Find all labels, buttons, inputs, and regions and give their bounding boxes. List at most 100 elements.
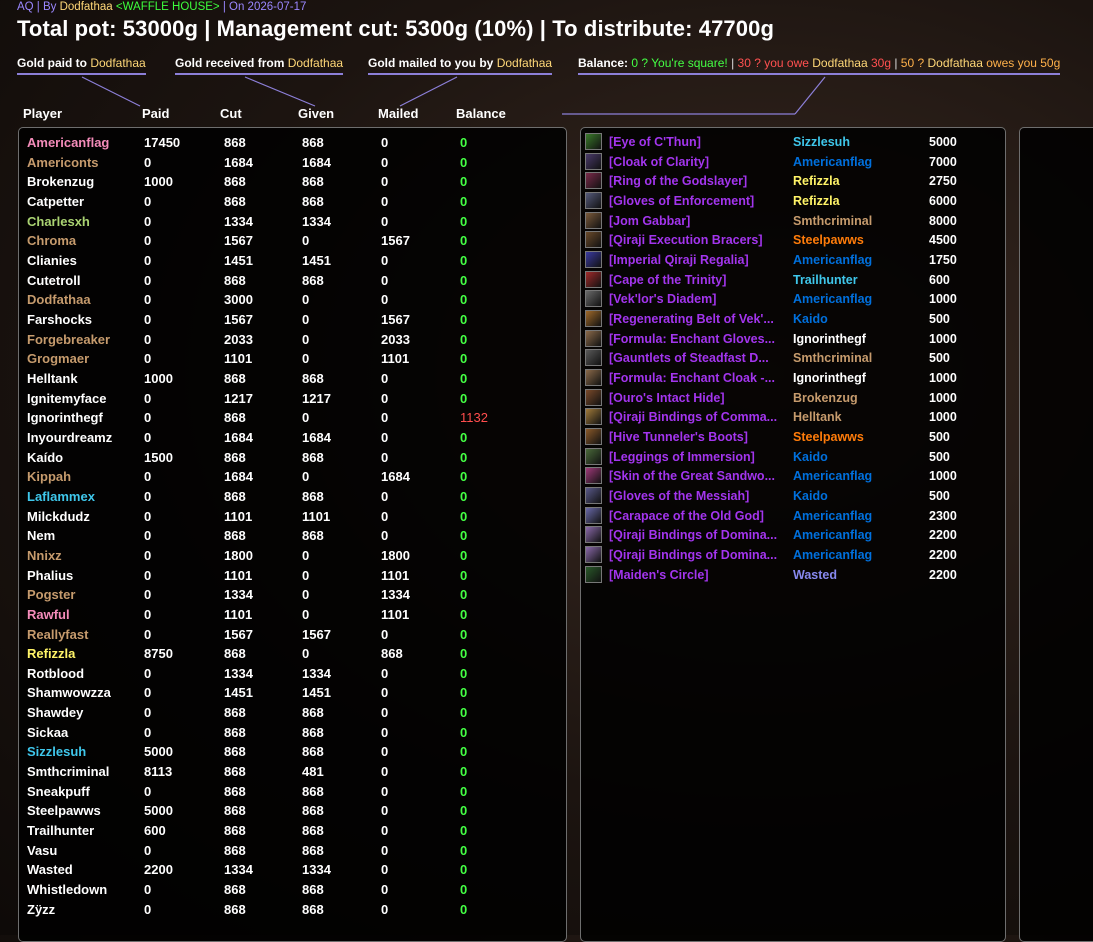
player-given: 1217: [302, 390, 331, 406]
table-row: Sizzlesuh 5000 868 868 0 0: [19, 742, 559, 761]
table-row: Helltank 1000 868 868 0 0: [19, 369, 559, 388]
loot-winner: Brokenzug: [793, 390, 858, 405]
loot-price: 500: [929, 311, 950, 326]
loot-winner: Kaido: [793, 311, 828, 326]
player-cut: 868: [224, 135, 246, 150]
item-link[interactable]: [Qiraji Bindings of Domina...: [609, 546, 785, 565]
loot-winner: Steelpawws: [793, 233, 864, 248]
table-row: Sneakpuff 0 868 868 0 0: [19, 782, 559, 801]
loot-winner: Refizzla: [793, 174, 840, 189]
subtitle-prefix: AQ | By: [17, 1, 60, 13]
player-name: Milckdudz: [27, 508, 90, 524]
player-paid: 0: [144, 587, 152, 603]
player-mailed: 0: [381, 665, 389, 681]
legend-paid: Gold paid to Dodfathaa: [17, 56, 146, 75]
item-link[interactable]: [Qiraji Bindings of Domina...: [609, 526, 785, 545]
player-cut: 1451: [224, 252, 253, 268]
loot-price: 2200: [929, 567, 957, 582]
legend-paid-label: Gold paid to: [17, 56, 91, 70]
player-cut: 1101: [224, 567, 253, 583]
item-link[interactable]: [Cloak of Clarity]: [609, 153, 785, 172]
legend-balance-neg: 30 ? you owe: [737, 56, 813, 70]
player-balance: 0: [460, 685, 468, 701]
player-balance: 0: [460, 547, 468, 563]
player-mailed: 0: [381, 783, 389, 799]
player-cut: 1684: [224, 429, 253, 445]
item-link[interactable]: [Imperial Qiraji Regalia]: [609, 251, 785, 270]
loot-row: [Maiden's Circle] Wasted 2200: [585, 565, 999, 585]
player-name: Sneakpuff: [27, 783, 90, 799]
table-row: Rotblood 0 1334 1334 0 0: [19, 664, 559, 683]
item-icon: [585, 231, 602, 249]
player-cut: 868: [224, 783, 246, 799]
legend-balance-pos-tail: owes you 50g: [982, 56, 1061, 70]
loot-price: 7000: [929, 154, 957, 169]
player-cut: 1334: [224, 213, 253, 229]
player-name: Steelpawws: [27, 803, 101, 819]
table-row: Charlesxh 0 1334 1334 0 0: [19, 212, 559, 231]
item-link[interactable]: [Skin of the Great Sandwo...: [609, 467, 785, 486]
loot-row: [Cape of the Trinity] Trailhunter 600: [585, 270, 999, 290]
player-name: Helltank: [27, 370, 78, 386]
player-mailed: 1334: [381, 587, 410, 603]
table-row: Chroma 0 1567 0 1567 0: [19, 231, 559, 250]
player-name: Ignitemyface: [27, 390, 107, 406]
col-header-cut: Cut: [220, 106, 242, 121]
item-link[interactable]: [Gauntlets of Steadfast D...: [609, 349, 785, 368]
player-balance: 0: [460, 705, 468, 721]
subtitle-author: Dodfathaa: [59, 1, 113, 13]
legend-balance-pos-name: Dodfathaa: [927, 56, 983, 70]
player-paid: 5000: [144, 803, 173, 819]
item-link[interactable]: [Hive Tunneler's Boots]: [609, 428, 785, 447]
player-mailed: 0: [381, 744, 389, 760]
item-link[interactable]: [Cape of the Trinity]: [609, 271, 785, 290]
item-link[interactable]: [Eye of C'Thun]: [609, 133, 785, 152]
table-row: Laflammex 0 868 868 0 0: [19, 487, 559, 506]
player-given: 868: [302, 783, 324, 799]
item-link[interactable]: [Carapace of the Old God]: [609, 507, 785, 526]
player-mailed: 0: [381, 685, 389, 701]
subtitle-date: | On 2026-07-17: [219, 1, 307, 13]
players-panel: Americanflag 17450 868 868 0 0 Americonts 0 1684…: [18, 127, 567, 942]
item-link[interactable]: [Gloves of the Messiah]: [609, 487, 785, 506]
item-icon: [585, 133, 602, 150]
item-icon: [585, 270, 602, 288]
player-mailed: 0: [381, 823, 389, 839]
loot-winner: Americanflag: [793, 292, 873, 307]
player-balance: 1132: [460, 410, 488, 426]
item-link[interactable]: [Ring of the Godslayer]: [609, 172, 785, 191]
item-link[interactable]: [Leggings of Immersion]: [609, 448, 785, 467]
player-given: 0: [302, 469, 310, 485]
item-link[interactable]: [Gloves of Enforcement]: [609, 192, 785, 211]
table-row: Americonts 0 1684 1684 0 0: [19, 153, 559, 172]
item-link[interactable]: [Vek'lor's Diadem]: [609, 290, 785, 309]
player-given: 868: [302, 488, 324, 504]
player-paid: 0: [144, 410, 152, 426]
item-link[interactable]: [Qiraji Bindings of Comma...: [609, 408, 785, 427]
item-link[interactable]: [Jom Gabbar]: [609, 212, 785, 231]
item-link[interactable]: [Ouro's Intact Hide]: [609, 389, 785, 408]
player-cut: 1567: [224, 626, 253, 642]
player-mailed: 0: [381, 135, 389, 150]
item-icon: [585, 506, 602, 524]
item-link[interactable]: [Maiden's Circle]: [609, 566, 785, 585]
loot-winner: Smthcriminal: [793, 351, 873, 366]
item-link[interactable]: [Formula: Enchant Cloak -...: [609, 369, 785, 388]
item-link[interactable]: [Qiraji Execution Bracers]: [609, 231, 785, 250]
player-balance: 0: [460, 587, 468, 603]
player-cut: 868: [224, 842, 246, 858]
loot-price: 1000: [929, 390, 957, 405]
item-link[interactable]: [Regenerating Belt of Vek'...: [609, 310, 785, 329]
player-balance: 0: [460, 390, 468, 406]
table-row: Inyourdreamz 0 1684 1684 0 0: [19, 428, 559, 447]
player-balance: 0: [460, 508, 468, 524]
loot-winner: Ignorinthegf: [793, 331, 866, 346]
player-paid: 0: [144, 213, 152, 229]
table-row: Shamwowzza 0 1451 1451 0 0: [19, 683, 559, 702]
player-given: 1451: [302, 685, 331, 701]
player-paid: 5000: [144, 744, 173, 760]
loot-price: 500: [929, 449, 950, 464]
item-icon: [585, 526, 602, 544]
item-link[interactable]: [Formula: Enchant Gloves...: [609, 330, 785, 349]
loot-winner: Steelpawws: [793, 429, 864, 444]
